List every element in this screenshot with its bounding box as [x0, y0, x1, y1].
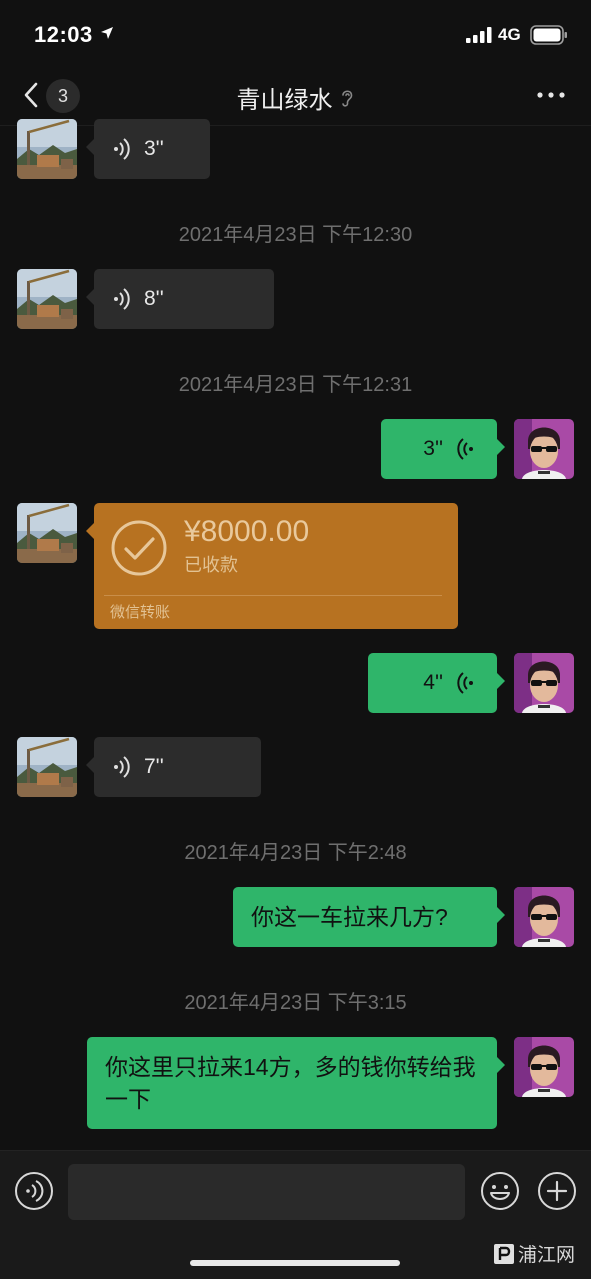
status-bar: 12:03 4G	[0, 0, 591, 70]
voice-wave-icon	[114, 138, 130, 160]
location-arrow-icon	[101, 27, 113, 39]
voice-message-bubble[interactable]: 3''	[381, 419, 505, 479]
checkmark-circle-icon	[111, 520, 167, 576]
transfer-card[interactable]: ¥8000.00 已收款 微信转账	[86, 503, 458, 629]
voice-message-bubble[interactable]: 7''	[86, 737, 261, 797]
plus-icon[interactable]	[537, 1171, 577, 1211]
more-options-icon[interactable]	[536, 90, 566, 100]
transfer-amount: ¥8000.00	[184, 515, 310, 548]
contact-avatar[interactable]	[17, 269, 77, 329]
voice-message-bubble[interactable]: 4''	[368, 653, 505, 713]
chat-title: 青山绿水	[0, 80, 591, 115]
voice-duration: 3''	[144, 137, 164, 160]
my-avatar[interactable]	[514, 419, 574, 479]
voice-duration: 7''	[144, 755, 164, 778]
contact-avatar[interactable]	[17, 737, 77, 797]
voice-wave-icon	[457, 672, 473, 694]
timestamp: 2021年4月23日 下午12:31	[178, 374, 413, 396]
voice-message-bubble[interactable]: 3''	[86, 119, 210, 179]
watermark-text: 浦江网	[518, 1245, 576, 1266]
transfer-divider	[104, 595, 442, 596]
voice-input-icon[interactable]	[14, 1171, 54, 1211]
voice-duration: 4''	[423, 671, 443, 694]
message-input[interactable]	[68, 1164, 465, 1220]
chat-title-text: 青山绿水	[236, 87, 333, 114]
emoji-icon[interactable]	[480, 1171, 520, 1211]
network-type: 4G	[498, 25, 521, 44]
cellular-signal-icon	[466, 27, 492, 43]
my-avatar[interactable]	[514, 887, 574, 947]
voice-wave-icon	[114, 288, 130, 310]
voice-wave-icon	[114, 756, 130, 778]
contact-avatar[interactable]	[17, 119, 77, 179]
timestamp: 2021年4月23日 下午3:15	[184, 992, 407, 1014]
transfer-status: 已收款	[184, 555, 238, 575]
nav-bar: 3 青山绿水	[0, 70, 591, 126]
home-indicator[interactable]	[190, 1260, 400, 1266]
voice-wave-icon	[457, 438, 473, 460]
my-avatar[interactable]	[514, 1037, 574, 1097]
earpiece-mode-icon	[341, 89, 352, 107]
contact-avatar[interactable]	[17, 503, 77, 563]
watermark-logo-icon	[494, 1243, 514, 1264]
voice-duration: 8''	[144, 287, 164, 310]
chat-screen: 12:03 4G 3 青山绿水 3'' 2021年4月23日 下午12:30 8…	[0, 0, 591, 1279]
status-time: 12:03	[34, 22, 93, 47]
my-avatar[interactable]	[514, 653, 574, 713]
text-message-bubble[interactable]: 你这一车拉来几方?	[233, 887, 505, 947]
transfer-footer-label: 微信转账	[110, 604, 171, 621]
text-message-bubble[interactable]: 你这里只拉来14方，多的钱你转给我一下	[87, 1037, 505, 1129]
timestamp: 2021年4月23日 下午2:48	[184, 842, 407, 864]
battery-icon	[530, 25, 567, 45]
timestamp: 2021年4月23日 下午12:30	[178, 224, 413, 246]
voice-duration: 3''	[423, 437, 443, 460]
watermark: 浦江网	[494, 1240, 575, 1267]
voice-message-bubble[interactable]: 8''	[86, 269, 274, 329]
